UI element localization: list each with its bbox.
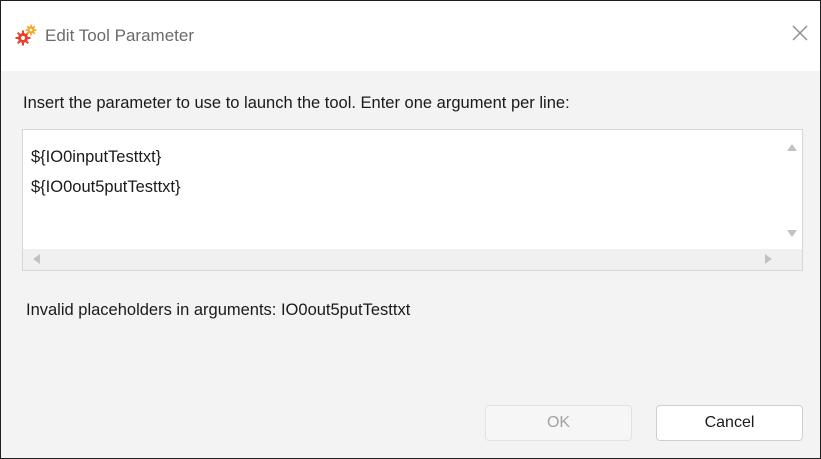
close-icon[interactable] <box>788 21 812 45</box>
cancel-button[interactable]: Cancel <box>656 405 803 441</box>
arguments-text[interactable]: ${IO0inputTesttxt} ${IO0out5putTesttxt} <box>31 142 181 202</box>
ok-button[interactable]: OK <box>485 405 632 441</box>
gears-icon <box>14 23 38 47</box>
title-bar: Edit Tool Parameter <box>1 1 820 71</box>
vertical-scrollbar[interactable] <box>782 130 802 250</box>
horizontal-scrollbar[interactable] <box>23 249 802 270</box>
scroll-left-arrow-icon[interactable] <box>33 254 40 264</box>
argument-line: ${IO0inputTesttxt} <box>31 148 162 166</box>
scroll-right-arrow-icon[interactable] <box>765 254 772 264</box>
scroll-down-arrow-icon[interactable] <box>787 230 797 237</box>
scroll-up-arrow-icon[interactable] <box>787 144 797 151</box>
instruction-label: Insert the parameter to use to launch th… <box>23 94 570 112</box>
dialog-title: Edit Tool Parameter <box>45 26 194 45</box>
edit-tool-parameter-dialog: Edit Tool Parameter Insert the parameter… <box>0 0 821 459</box>
argument-line: ${IO0out5putTesttxt} <box>31 178 181 196</box>
arguments-textarea[interactable]: ${IO0inputTesttxt} ${IO0out5putTesttxt} <box>22 129 803 271</box>
validation-error-message: Invalid placeholders in arguments: IO0ou… <box>26 301 411 319</box>
